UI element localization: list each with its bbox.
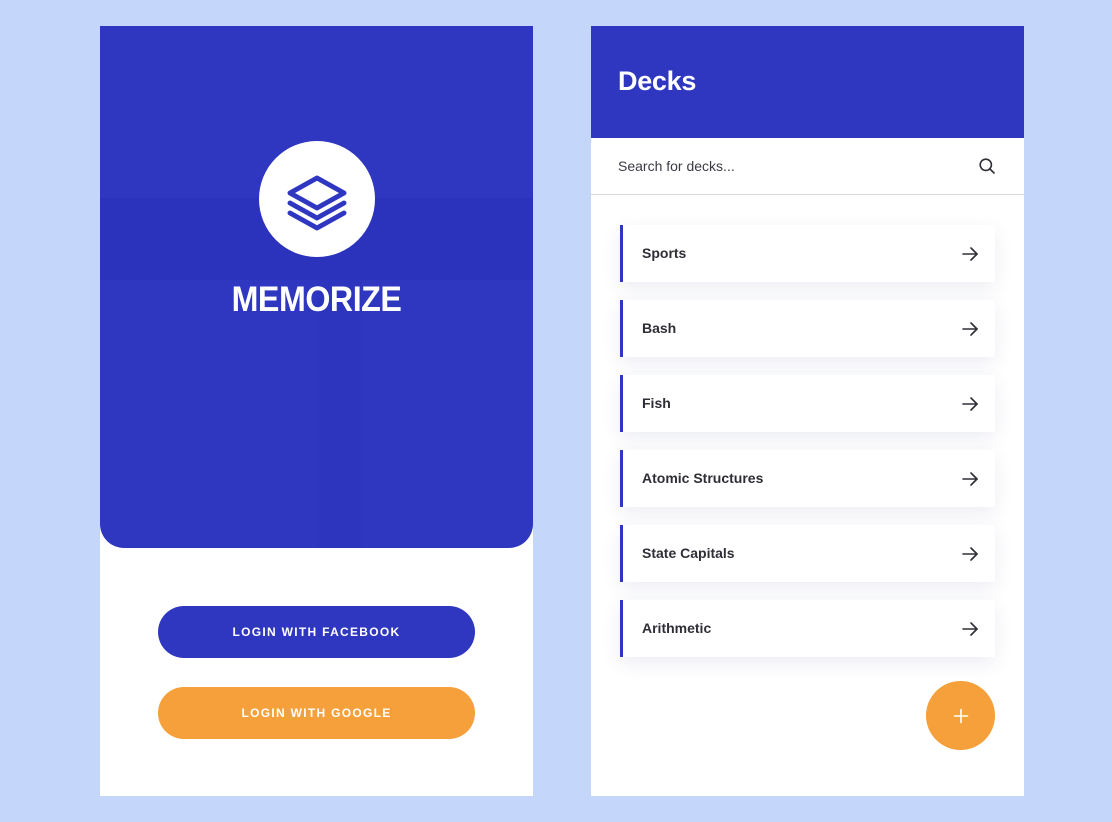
deck-name: Atomic Structures bbox=[642, 470, 764, 486]
login-hero: MEMORIZE bbox=[100, 26, 533, 548]
deck-name: Fish bbox=[642, 395, 671, 411]
arrow-right-icon bbox=[962, 247, 978, 261]
arrow-right-icon bbox=[962, 547, 978, 561]
app-logo bbox=[259, 141, 375, 257]
search-icon[interactable] bbox=[978, 157, 996, 175]
deck-name: Arithmetic bbox=[642, 620, 712, 636]
deck-item-arithmetic[interactable]: Arithmetic bbox=[620, 600, 995, 657]
decks-screen: Decks Sports Bash Fish bbox=[591, 26, 1024, 796]
search-bar bbox=[591, 138, 1024, 195]
login-google-button[interactable]: LOGIN WITH GOOGLE bbox=[158, 687, 475, 739]
hero-column bbox=[317, 280, 362, 548]
deck-item-fish[interactable]: Fish bbox=[620, 375, 995, 432]
arrow-right-icon bbox=[962, 472, 978, 486]
deck-name: Sports bbox=[642, 245, 687, 261]
deck-list: Sports Bash Fish Atomic Structures State… bbox=[620, 225, 995, 675]
deck-item-bash[interactable]: Bash bbox=[620, 300, 995, 357]
layers-icon bbox=[287, 175, 347, 231]
arrow-right-icon bbox=[962, 322, 978, 336]
deck-name: State Capitals bbox=[642, 545, 735, 561]
arrow-right-icon bbox=[962, 622, 978, 636]
plus-icon bbox=[953, 708, 968, 723]
arrow-right-icon bbox=[962, 397, 978, 411]
deck-item-sports[interactable]: Sports bbox=[620, 225, 995, 282]
deck-item-atomic-structures[interactable]: Atomic Structures bbox=[620, 450, 995, 507]
decks-header: Decks bbox=[591, 26, 1024, 138]
add-deck-button[interactable] bbox=[926, 681, 995, 750]
search-input[interactable] bbox=[618, 138, 958, 194]
login-screen: MEMORIZE LOGIN WITH FACEBOOK LOGIN WITH … bbox=[100, 26, 533, 796]
deck-name: Bash bbox=[642, 320, 677, 336]
login-facebook-button[interactable]: LOGIN WITH FACEBOOK bbox=[158, 606, 475, 658]
page-title: Decks bbox=[618, 66, 697, 96]
deck-item-state-capitals[interactable]: State Capitals bbox=[620, 525, 995, 582]
brand-name: MEMORIZE bbox=[231, 280, 402, 319]
